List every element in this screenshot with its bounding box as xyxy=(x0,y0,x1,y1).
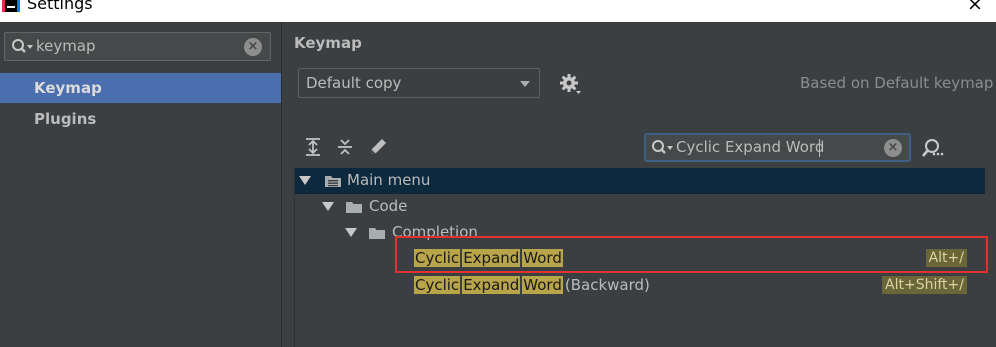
keymap-scheme-value: Default copy xyxy=(306,74,402,92)
folder-icon xyxy=(369,228,385,239)
menu-folder-icon xyxy=(325,176,341,187)
expand-arrow-icon[interactable] xyxy=(322,202,334,211)
clear-search-icon[interactable]: × xyxy=(244,38,262,56)
sidebar-item-plugins[interactable]: Plugins xyxy=(0,104,281,134)
collapse-all-icon[interactable] xyxy=(335,137,355,157)
action-name: Cyclic Expand Word (Backward) xyxy=(414,276,650,294)
chevron-down-icon xyxy=(520,81,530,87)
page-title: Keymap xyxy=(294,34,362,52)
expand-arrow-icon[interactable] xyxy=(345,228,357,237)
tree-node-main-menu[interactable]: Main menu xyxy=(295,168,985,194)
window-title: Settings xyxy=(27,0,93,13)
gear-icon[interactable] xyxy=(558,72,582,96)
sidebar-item-keymap[interactable]: Keymap xyxy=(0,73,281,103)
tree-node-label: Main menu xyxy=(347,171,431,189)
action-filter-value: Cyclic Expand Word xyxy=(676,138,825,156)
annotation-highlight-box xyxy=(395,236,988,273)
close-icon[interactable]: × xyxy=(965,0,985,14)
app-icon xyxy=(0,0,22,14)
sidebar-divider xyxy=(281,22,282,347)
tree-node-code[interactable]: Code xyxy=(295,194,985,220)
expand-all-icon[interactable] xyxy=(303,137,323,157)
folder-icon xyxy=(346,202,362,213)
match-highlight: Word xyxy=(522,276,563,294)
action-suffix: (Backward) xyxy=(564,276,650,294)
edit-icon[interactable] xyxy=(368,137,388,157)
tree-node-action[interactable]: Cyclic Expand Word (Backward) Alt+Shift+/ xyxy=(295,273,985,299)
expand-arrow-icon[interactable] xyxy=(299,176,311,185)
tree-node-label: Code xyxy=(369,197,408,215)
title-bar: Settings × xyxy=(0,0,996,22)
settings-sidebar: keymap × Keymap Plugins xyxy=(0,22,281,347)
settings-search-value: keymap xyxy=(36,37,96,55)
clear-filter-icon[interactable]: × xyxy=(884,139,902,157)
find-by-shortcut-icon[interactable] xyxy=(920,137,944,159)
shortcut-badge: Alt+Shift+/ xyxy=(882,276,967,294)
based-on-label: Based on Default keymap xyxy=(800,74,994,92)
search-icon xyxy=(652,140,673,154)
search-icon xyxy=(12,39,33,53)
text-caret xyxy=(819,139,820,157)
match-highlight: Cyclic xyxy=(414,276,461,294)
settings-search-input[interactable]: keymap × xyxy=(4,32,271,61)
action-filter-input[interactable]: Cyclic Expand Word × xyxy=(644,133,911,162)
keymap-scheme-dropdown[interactable]: Default copy xyxy=(298,68,540,98)
match-highlight: Expand xyxy=(462,276,521,294)
